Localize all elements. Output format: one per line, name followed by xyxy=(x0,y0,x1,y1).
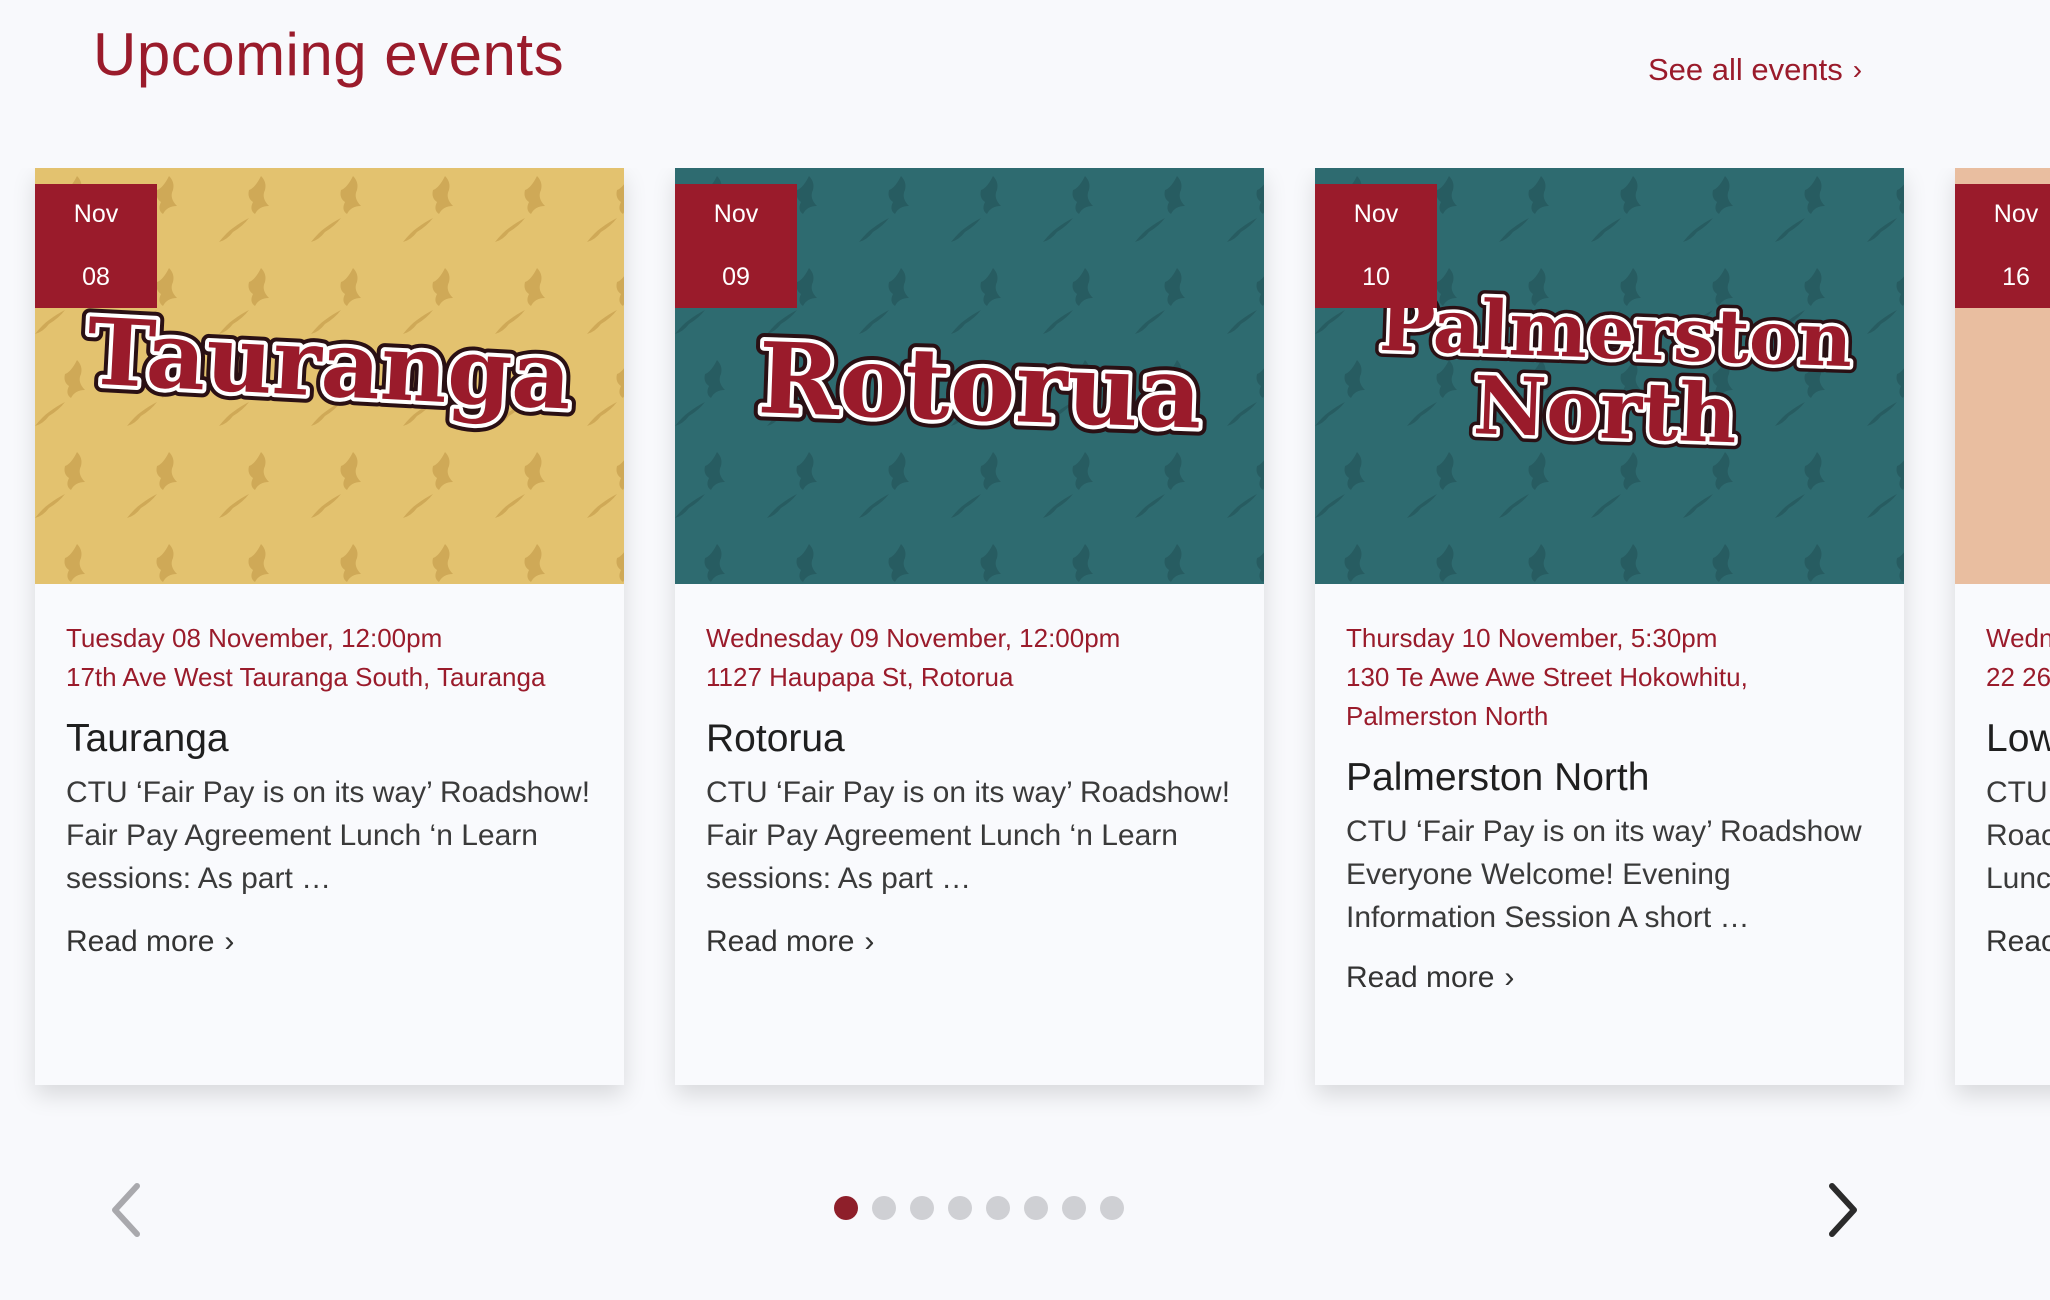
event-image: Rotorua Rotorua Rotorua Nov 09 xyxy=(675,168,1264,584)
read-more-link[interactable]: Read more › xyxy=(66,925,234,959)
see-all-label: See all events xyxy=(1648,52,1843,87)
carousel-dot-6[interactable] xyxy=(1024,1196,1048,1220)
event-title: Tauranga xyxy=(66,717,229,760)
read-more-label: Read more xyxy=(66,925,215,958)
badge-month: Nov xyxy=(1353,200,1399,228)
read-more-link[interactable]: Read more › xyxy=(1346,961,1514,995)
event-date: Thursday 10 November, 5:30pm xyxy=(1346,623,1718,653)
carousel-prev-button[interactable] xyxy=(97,1170,157,1250)
see-all-events-link[interactable]: See all events › xyxy=(1648,52,1862,88)
date-badge: Nov 10 xyxy=(1315,184,1437,308)
image-title-line2: North xyxy=(1472,358,1739,461)
chevron-right-icon: › xyxy=(864,925,875,958)
event-title: Low xyxy=(1986,717,2050,760)
badge-month: Nov xyxy=(1993,200,2039,228)
chevron-right-icon: › xyxy=(1852,54,1863,85)
event-card-rotorua[interactable]: Rotorua Rotorua Rotorua Nov 09 Wednesday… xyxy=(675,168,1264,1085)
read-more-link[interactable]: Reac xyxy=(1986,925,2050,959)
badge-day: 10 xyxy=(1362,263,1390,291)
description-line: Lunc xyxy=(1986,862,2050,895)
carousel-dot-2[interactable] xyxy=(872,1196,896,1220)
description-line: Roac xyxy=(1986,819,2050,852)
badge-day: 08 xyxy=(82,263,110,291)
carousel-pagination xyxy=(834,1196,1124,1220)
event-description: CTU ‘Fair Pay is on its way’ Roadshow! F… xyxy=(66,776,591,895)
date-badge: Nov 16 xyxy=(1955,184,2050,308)
chevron-right-icon: › xyxy=(1504,961,1515,994)
event-date: Wednesday 09 November, 12:00pm xyxy=(706,623,1121,653)
events-section: Upcoming events See all events › Taurang… xyxy=(0,0,2050,1300)
badge-day: 09 xyxy=(722,263,750,291)
read-more-link[interactable]: Read more › xyxy=(706,925,874,959)
carousel-dot-8[interactable] xyxy=(1100,1196,1124,1220)
event-date: Tuesday 08 November, 12:00pm xyxy=(66,623,443,653)
badge-month: Nov xyxy=(713,200,759,228)
chevron-left-icon xyxy=(112,1183,140,1237)
event-image: Palmerston Palmerston Palmerston North N… xyxy=(1315,168,1904,584)
event-title: Rotorua xyxy=(706,717,845,760)
description-line: CTU xyxy=(1986,776,2048,809)
read-more-label: Read more xyxy=(706,925,855,958)
section-title: Upcoming events xyxy=(93,21,565,88)
date-badge: Nov 08 xyxy=(35,184,157,308)
carousel-dot-1[interactable] xyxy=(834,1196,858,1220)
events-carousel: Tauranga Tauranga Tauranga Nov 08 Tuesda… xyxy=(0,168,2050,1118)
event-card-partial[interactable]: Nov 16 Wedn 22 26 Low CTU Roac Lunc Reac xyxy=(1955,168,2050,1085)
event-date: Wedn xyxy=(1986,623,2050,653)
event-location: 17th Ave West Tauranga South, Tauranga xyxy=(66,662,546,692)
event-card-palmerston-north[interactable]: Palmerston Palmerston Palmerston North N… xyxy=(1315,168,1904,1085)
event-description: CTU ‘Fair Pay is on its way’ Roadshow! F… xyxy=(706,776,1231,895)
chevron-right-icon: › xyxy=(224,925,235,958)
badge-day: 16 xyxy=(2002,263,2030,291)
event-description: CTU Roac Lunc xyxy=(1986,771,2050,900)
carousel-dot-4[interactable] xyxy=(948,1196,972,1220)
carousel-dot-5[interactable] xyxy=(986,1196,1010,1220)
event-card-tauranga[interactable]: Tauranga Tauranga Tauranga Nov 08 Tuesda… xyxy=(35,168,624,1085)
read-more-label: Reac xyxy=(1986,925,2050,958)
event-image: Nov 16 xyxy=(1955,168,2050,584)
event-description: CTU ‘Fair Pay is on its way’ Roadshow Ev… xyxy=(1346,815,1862,934)
carousel-next-button[interactable] xyxy=(1812,1170,1872,1250)
date-badge: Nov 09 xyxy=(675,184,797,308)
event-title: Palmerston North xyxy=(1346,756,1650,799)
carousel-controls xyxy=(0,1170,2050,1250)
carousel-dot-3[interactable] xyxy=(910,1196,934,1220)
event-location: 22 26 xyxy=(1986,662,2050,692)
badge-month: Nov xyxy=(73,200,119,228)
event-location: 130 Te Awe Awe Street Hokowhitu, Palmers… xyxy=(1346,662,1748,731)
carousel-dot-7[interactable] xyxy=(1062,1196,1086,1220)
image-title: Rotorua xyxy=(756,321,1204,451)
event-location: 1127 Haupapa St, Rotorua xyxy=(706,662,1014,692)
event-image: Tauranga Tauranga Tauranga Nov 08 xyxy=(35,168,624,584)
chevron-right-icon xyxy=(1829,1183,1857,1237)
read-more-label: Read more xyxy=(1346,961,1495,994)
